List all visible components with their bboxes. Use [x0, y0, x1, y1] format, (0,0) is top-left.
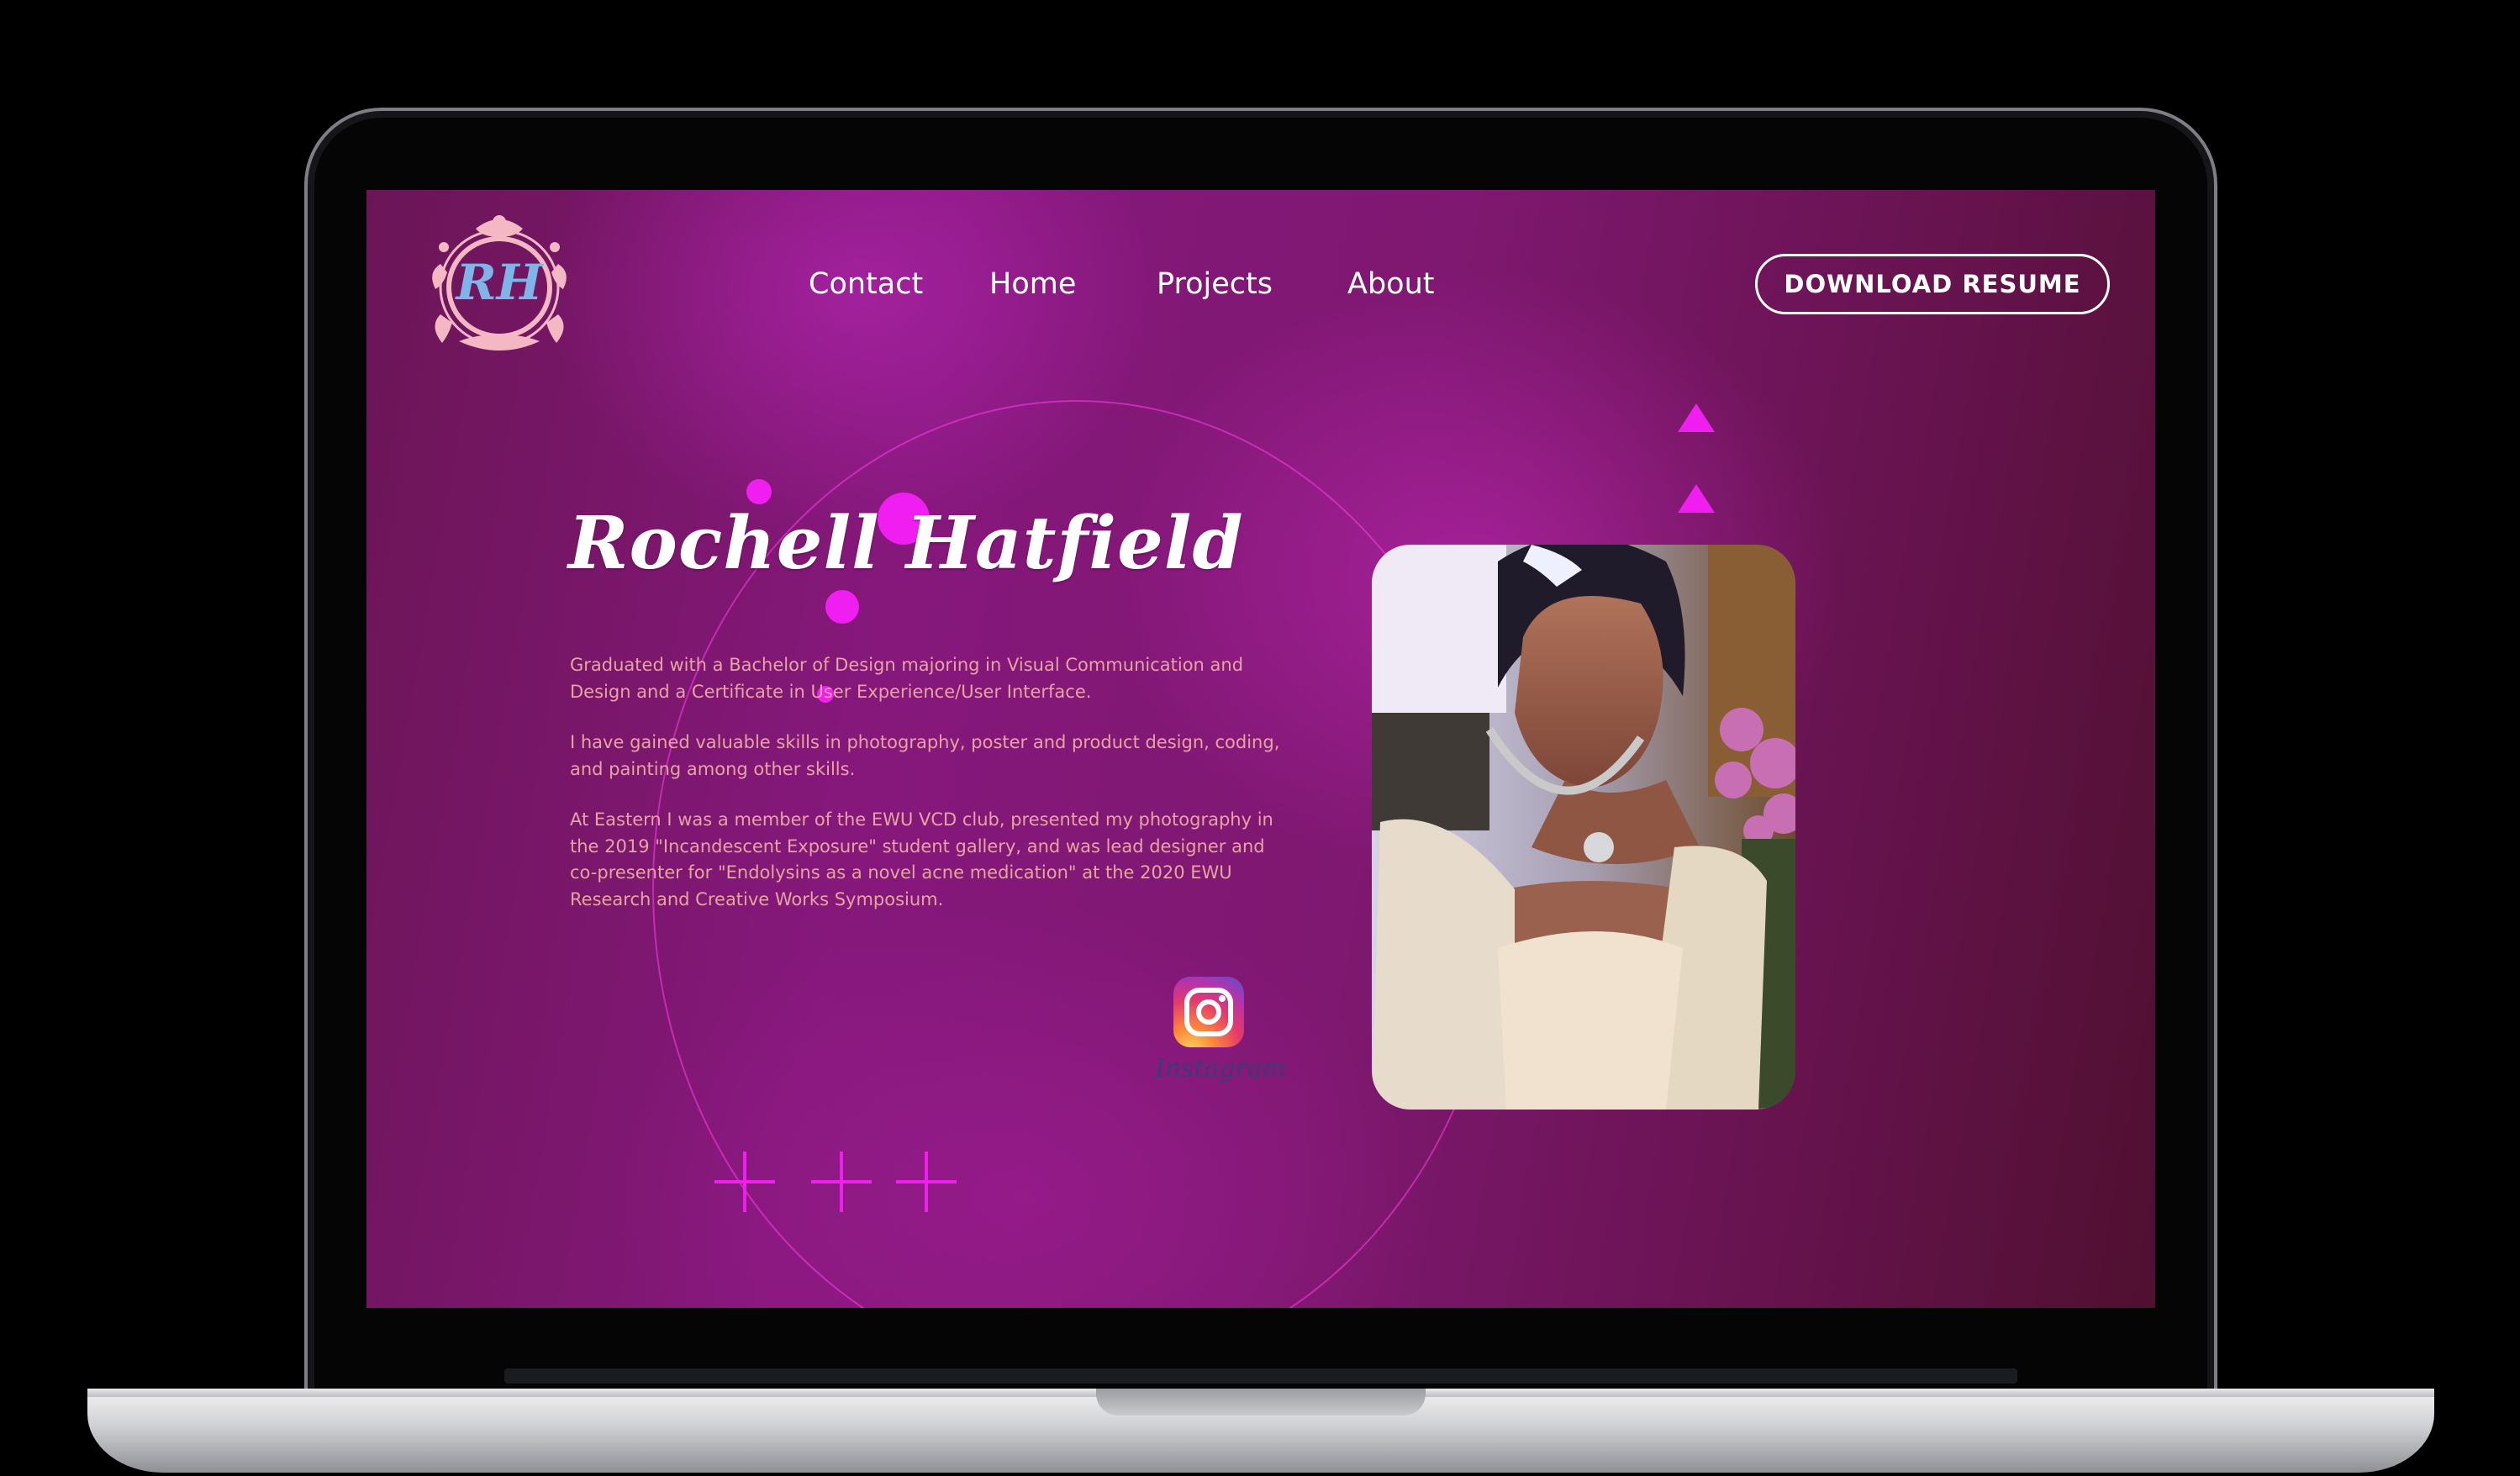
camera-glyph-icon	[1184, 988, 1233, 1036]
bio-paragraph-1: Graduated with a Bachelor of Design majo…	[570, 655, 1244, 702]
logo-monogram: RH	[456, 254, 543, 311]
website-screen: RH Contact Home Projects About DOWNLOAD …	[366, 190, 2155, 1308]
instagram-link[interactable]: Instagram	[1155, 1054, 1286, 1083]
decorative-plus	[811, 1152, 872, 1212]
laptop-notch	[1096, 1389, 1426, 1415]
decorative-triangle	[1678, 403, 1715, 432]
nav-about[interactable]: About	[1347, 267, 1434, 301]
decorative-dot	[825, 590, 859, 624]
site-logo[interactable]: RH	[425, 213, 573, 353]
laptop-hinge	[504, 1368, 2017, 1384]
nav-home[interactable]: Home	[989, 267, 1076, 301]
page-title: Rochell Hatfield	[568, 501, 1244, 586]
download-resume-button[interactable]: DOWNLOAD RESUME	[1755, 254, 2110, 314]
nav-projects[interactable]: Projects	[1157, 267, 1273, 301]
bio-paragraph-3: At Eastern I was a member of the EWU VCD…	[570, 809, 1273, 909]
decorative-plus	[714, 1152, 775, 1212]
decorative-triangle	[1678, 484, 1715, 513]
decorative-plus	[896, 1152, 957, 1212]
profile-photo	[1372, 545, 1795, 1110]
portrait-image	[1372, 545, 1795, 1110]
instagram-icon[interactable]	[1173, 977, 1244, 1047]
bio-paragraph-2: I have gained valuable skills in photogr…	[570, 732, 1280, 779]
nav-contact[interactable]: Contact	[809, 267, 923, 301]
